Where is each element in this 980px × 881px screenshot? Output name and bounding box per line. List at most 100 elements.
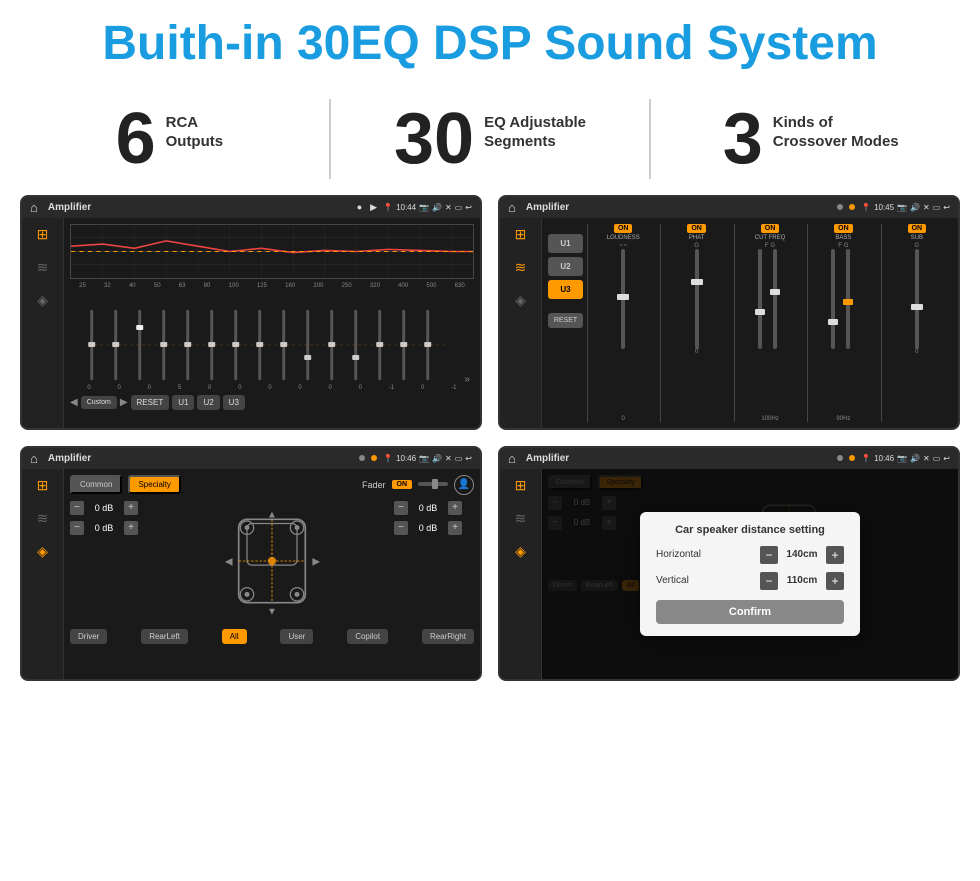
u1-preset-btn[interactable]: U1: [548, 234, 583, 253]
back-icon-1[interactable]: ↩: [465, 203, 472, 212]
dialog-main: Common Specialty − 0 dB + −: [542, 469, 958, 679]
screen-fader: ⌂ Amplifier 📍 10:46 📷 🔊 ✕ ▭ ↩ ⊞ ≋ ◈: [20, 446, 482, 681]
db-minus-topleft[interactable]: −: [70, 501, 84, 515]
u3-preset-btn[interactable]: U3: [548, 280, 583, 299]
sidebar-speaker-icon-4[interactable]: ◈: [515, 543, 526, 560]
user-btn[interactable]: User: [280, 629, 313, 644]
db-plus-topright[interactable]: +: [448, 501, 462, 515]
status-rec-dot-2: [837, 204, 843, 210]
sidebar-speaker-icon-3[interactable]: ◈: [37, 543, 48, 560]
screen-content-2: ⊞ ≋ ◈ U1 U2 U3 RESET ON LOUDNESS: [500, 218, 958, 428]
screen-content-3: ⊞ ≋ ◈ Common Specialty Fader ON 👤: [22, 469, 480, 679]
db-plus-bottomright[interactable]: +: [448, 521, 462, 535]
status-bar-2: ⌂ Amplifier 📍 10:45 📷 🔊 ✕ ▭ ↩: [500, 197, 958, 218]
u3-btn-1[interactable]: U3: [223, 395, 245, 410]
horizontal-plus-btn[interactable]: +: [826, 546, 844, 564]
pin-icon-1: 📍: [383, 203, 393, 212]
loudness-svg: [613, 249, 633, 349]
screen-content-1: ⊞ ≋ ◈: [22, 218, 480, 428]
camera-icon-4: 📷: [897, 454, 907, 463]
home-icon-4[interactable]: ⌂: [508, 451, 516, 466]
home-icon[interactable]: ⌂: [30, 200, 38, 215]
eq-main: 253240 506380 100125160 200250320 400500…: [64, 218, 480, 428]
db-control-bottomleft: − 0 dB +: [70, 521, 150, 535]
copilot-btn[interactable]: Copilot: [347, 629, 388, 644]
sidebar-eq-icon-4[interactable]: ⊞: [515, 477, 527, 494]
right-controls: − 0 dB + − 0 dB +: [394, 501, 474, 621]
page-header: Buith-in 30EQ DSP Sound System: [0, 0, 980, 81]
window-icon-1: ▭: [455, 203, 463, 212]
fader-on-badge: ON: [392, 480, 413, 489]
status-rec-dot-4: [837, 455, 843, 461]
back-icon-3[interactable]: ↩: [465, 454, 472, 463]
prev-arrow[interactable]: ◀: [70, 397, 78, 408]
sub-zero: 0: [915, 349, 918, 355]
channel-cutfreq: ON CUT FREQ FG: [734, 224, 805, 422]
status-orange-dot-4: [849, 455, 855, 461]
db-minus-bottomleft[interactable]: −: [70, 521, 84, 535]
bass-svg: [828, 249, 858, 349]
sidebar-eq-icon-2[interactable]: ⊞: [515, 226, 527, 243]
rearleft-btn[interactable]: RearLeft: [141, 629, 188, 644]
profile-icon-3[interactable]: 👤: [454, 475, 474, 495]
vertical-plus-btn[interactable]: +: [826, 572, 844, 590]
stat-number-rca: 6: [116, 103, 156, 175]
back-icon-4[interactable]: ↩: [943, 454, 950, 463]
close-icon-2: ✕: [923, 203, 930, 212]
cutfreq-svg: [755, 249, 785, 349]
left-controls: − 0 dB + − 0 dB +: [70, 501, 150, 621]
db-control-topleft: − 0 dB +: [70, 501, 150, 515]
u2-preset-btn[interactable]: U2: [548, 257, 583, 276]
page-title: Buith-in 30EQ DSP Sound System: [20, 18, 960, 71]
tab-common[interactable]: Common: [70, 475, 122, 494]
sidebar-speaker-icon[interactable]: ◈: [37, 292, 48, 309]
sidebar-wave-icon[interactable]: ≋: [37, 259, 49, 276]
stat-label-crossover: Kinds ofCrossover Modes: [773, 103, 899, 152]
sidebar-speaker-icon-2[interactable]: ◈: [515, 292, 526, 309]
db-plus-topleft[interactable]: +: [124, 501, 138, 515]
home-icon-3[interactable]: ⌂: [30, 451, 38, 466]
sub-name: SUB: [911, 235, 923, 241]
amp-reset-btn[interactable]: RESET: [548, 313, 583, 328]
driver-btn[interactable]: Driver: [70, 629, 107, 644]
back-icon-2[interactable]: ↩: [943, 203, 950, 212]
divider-2: [649, 99, 651, 179]
next-arrow[interactable]: ▶: [120, 397, 128, 408]
svg-text:◀: ◀: [225, 556, 233, 567]
tab-specialty[interactable]: Specialty: [128, 475, 180, 494]
vertical-value: 110cm: [782, 575, 822, 586]
rearright-btn[interactable]: RearRight: [422, 629, 474, 644]
u2-btn-1[interactable]: U2: [197, 395, 219, 410]
window-icon-2: ▭: [933, 203, 941, 212]
stat-crossover: 3 Kinds ofCrossover Modes: [681, 103, 940, 175]
u1-btn-1[interactable]: U1: [172, 395, 194, 410]
time-2: 10:45: [874, 203, 894, 212]
home-icon-2[interactable]: ⌂: [508, 200, 516, 215]
sidebar-wave-icon-2[interactable]: ≋: [515, 259, 527, 276]
db-value-bottomleft: 0 dB: [88, 523, 120, 533]
sidebar-eq-icon-3[interactable]: ⊞: [37, 477, 49, 494]
cutfreq-sliders: [755, 249, 785, 416]
preset-custom-btn[interactable]: Custom: [81, 396, 117, 409]
reset-btn-1[interactable]: RESET: [131, 395, 170, 410]
window-icon-3: ▭: [455, 454, 463, 463]
vertical-minus-btn[interactable]: −: [760, 572, 778, 590]
expand-icon[interactable]: »: [464, 374, 470, 385]
screen-content-4: ⊞ ≋ ◈ Common Specialty − 0 dB: [500, 469, 958, 679]
horizontal-minus-btn[interactable]: −: [760, 546, 778, 564]
all-btn[interactable]: All: [222, 629, 247, 644]
screenshots-grid: ⌂ Amplifier ● ▶ 📍 10:44 📷 🔊 ✕ ▭ ↩ ⊞ ≋ ◈: [0, 195, 980, 701]
phat-name: PHAT: [689, 235, 705, 241]
db-plus-bottomleft[interactable]: +: [124, 521, 138, 535]
sidebar-wave-icon-4[interactable]: ≋: [515, 510, 527, 527]
horizontal-control: − 140cm +: [760, 546, 844, 564]
fader-top-row: Common Specialty Fader ON 👤: [70, 475, 474, 495]
db-minus-topright[interactable]: −: [394, 501, 408, 515]
sidebar-wave-icon-3[interactable]: ≋: [37, 510, 49, 527]
fader-main: Common Specialty Fader ON 👤: [64, 469, 480, 679]
screen-dialog: ⌂ Amplifier 📍 10:46 📷 🔊 ✕ ▭ ↩ ⊞ ≋ ◈: [498, 446, 960, 681]
sidebar-eq-icon[interactable]: ⊞: [37, 226, 49, 243]
car-svg: ▲ ▼ ◀ ▶: [222, 501, 322, 621]
db-minus-bottomright[interactable]: −: [394, 521, 408, 535]
confirm-button[interactable]: Confirm: [656, 600, 844, 624]
